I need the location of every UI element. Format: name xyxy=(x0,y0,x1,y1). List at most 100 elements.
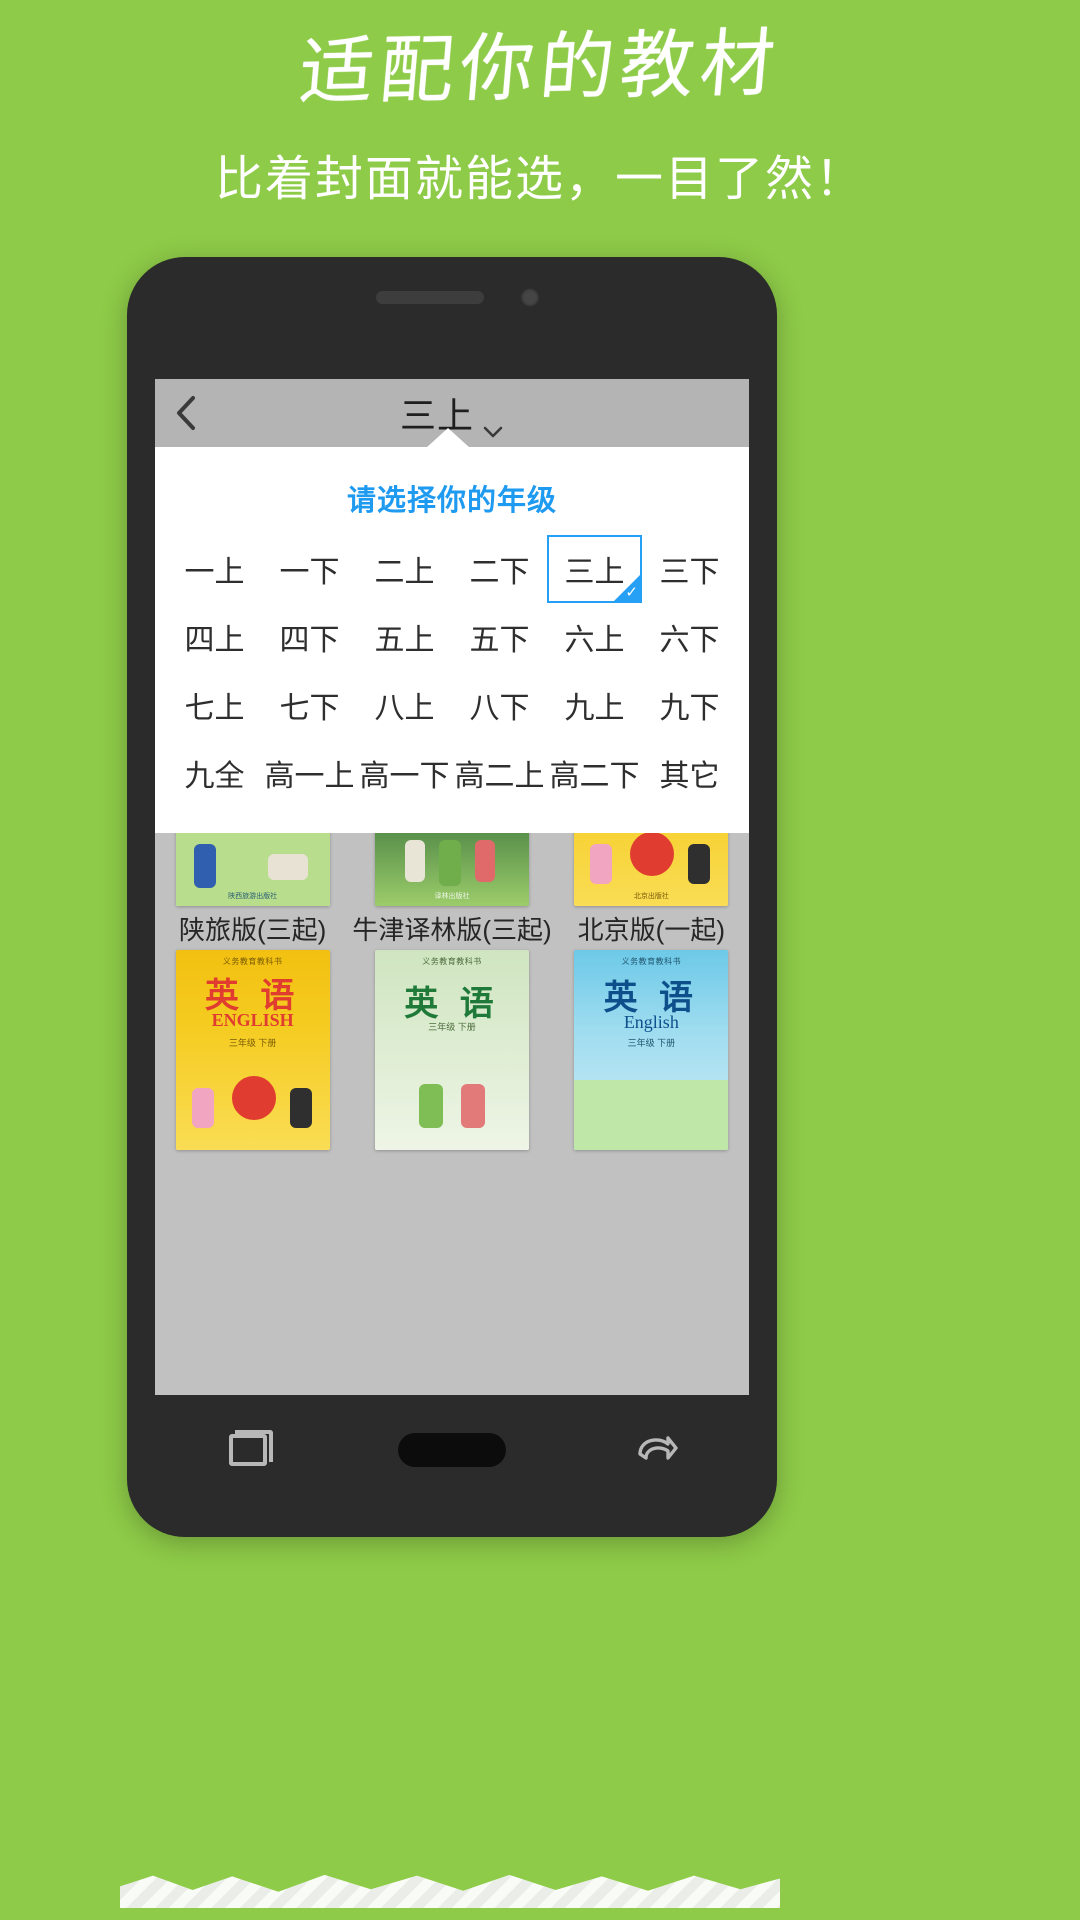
grade-option-七上[interactable]: 七上 xyxy=(167,671,262,739)
grade-option-label: 高二下 xyxy=(549,760,640,793)
grade-option-高二下[interactable]: 高二下 xyxy=(547,739,642,807)
grade-option-一下[interactable]: 一下 xyxy=(262,535,357,603)
cover-art-child xyxy=(289,1088,312,1129)
cover-art-cow xyxy=(267,853,308,880)
cover-caption: 义务教育教科书 xyxy=(422,957,482,967)
back-arrow-icon xyxy=(634,1430,679,1471)
grade-option-label: 五下 xyxy=(469,624,530,657)
grade-option-label: 二上 xyxy=(374,556,435,589)
grade-option-label: 高一下 xyxy=(359,760,450,793)
grade-option-三下[interactable]: 三下 xyxy=(642,535,737,603)
dropdown-pointer-icon xyxy=(426,428,470,448)
cover-art-child xyxy=(404,839,425,882)
cover-art-child xyxy=(688,843,711,884)
grade-option-三上[interactable]: 三上 ✓ xyxy=(547,535,642,603)
textbook-cover[interactable]: 义务教育教科书 英 语 English 三年级 下册 xyxy=(574,950,729,1151)
cover-publisher: 北京出版社 xyxy=(633,892,669,900)
cover-art-child xyxy=(460,1084,485,1129)
cover-art-child xyxy=(418,1084,443,1129)
grade-option-高一上[interactable]: 高一上 xyxy=(262,739,357,807)
grade-option-二下[interactable]: 二下 xyxy=(452,535,547,603)
torn-paper-decoration xyxy=(120,1874,780,1908)
grade-option-二上[interactable]: 二上 xyxy=(357,535,452,603)
page-title: 适配你的教材 xyxy=(295,20,785,116)
grade-option-九下[interactable]: 九下 xyxy=(642,671,737,739)
grade-option-label: 其它 xyxy=(659,760,720,793)
android-nav-bar xyxy=(155,1395,749,1505)
cover-caption: 义务教育教科书 xyxy=(222,957,283,967)
cover-english-title: ENGLISH xyxy=(211,1010,294,1031)
textbook-label: 陕旅版(三起) xyxy=(179,914,327,945)
grade-option-五上[interactable]: 五上 xyxy=(357,603,452,671)
cover-art-child xyxy=(191,1088,214,1129)
recent-apps-button[interactable] xyxy=(213,1424,283,1476)
textbook-label: 北京版(一起) xyxy=(577,914,725,945)
grade-option-四上[interactable]: 四上 xyxy=(167,603,262,671)
back-button[interactable] xyxy=(169,396,203,430)
chevron-down-icon xyxy=(482,406,504,438)
grade-option-label: 一下 xyxy=(279,556,340,589)
speaker-grille-icon xyxy=(376,291,484,304)
phone-screen: 三上 （三年级起点） 六年级 下册 xyxy=(155,379,749,1395)
textbook-item[interactable]: 义务教育教科书 英 语 三年级 下册 xyxy=(352,950,551,1160)
cover-english-title: English xyxy=(623,1012,679,1033)
grade-option-label: 一上 xyxy=(184,556,245,589)
grade-option-label: 高一上 xyxy=(264,760,355,793)
grade-option-高一下[interactable]: 高一下 xyxy=(357,739,452,807)
grade-option-九上[interactable]: 九上 xyxy=(547,671,642,739)
grade-option-label: 九全 xyxy=(184,760,245,793)
grade-option-label: 九上 xyxy=(564,692,625,725)
grade-option-五下[interactable]: 五下 xyxy=(452,603,547,671)
grade-option-label: 八下 xyxy=(469,692,530,725)
grade-option-其它[interactable]: 其它 xyxy=(642,739,737,807)
grade-option-八上[interactable]: 八上 xyxy=(357,671,452,739)
textbook-cover[interactable]: 义务教育教科书 英 语 三年级 下册 xyxy=(374,950,529,1151)
cover-publisher: 陕西旅游出版社 xyxy=(228,892,278,900)
cover-art-child xyxy=(590,843,613,884)
phone-mockup: 三上 （三年级起点） 六年级 下册 xyxy=(127,257,777,1537)
grade-option-label: 四下 xyxy=(279,624,340,657)
cover-publisher: 译林出版社 xyxy=(434,892,470,900)
grade-option-label: 七下 xyxy=(279,692,340,725)
grade-option-八下[interactable]: 八下 xyxy=(452,671,547,739)
grade-option-九全[interactable]: 九全 xyxy=(167,739,262,807)
textbook-item[interactable]: 义务教育教科书 英 语 ENGLISH 三年级 下册 xyxy=(163,950,342,1160)
cover-caption: 义务教育教科书 xyxy=(621,957,682,967)
cover-grade-line: 三年级 下册 xyxy=(228,1038,277,1049)
cover-art-child xyxy=(438,839,461,886)
cover-art-child xyxy=(474,839,495,882)
grade-option-label: 六上 xyxy=(564,624,625,657)
grade-option-四下[interactable]: 四下 xyxy=(262,603,357,671)
dropdown-title: 请选择你的年级 xyxy=(346,485,557,517)
chevron-left-icon xyxy=(175,395,197,431)
cover-grade-line: 三年级 下册 xyxy=(428,1022,476,1033)
grade-option-一上[interactable]: 一上 xyxy=(167,535,262,603)
cover-art-field xyxy=(574,1080,729,1151)
grade-option-label: 七上 xyxy=(184,692,245,725)
grade-option-label: 三下 xyxy=(659,556,720,589)
phone-top-bezel xyxy=(127,257,777,379)
grade-option-七下[interactable]: 七下 xyxy=(262,671,357,739)
textbook-item[interactable]: 义务教育教科书 英 语 English 三年级 下册 xyxy=(562,950,741,1160)
grade-option-label: 六下 xyxy=(659,624,720,657)
grade-dropdown-panel: 请选择你的年级 一上 一下 二上 二下 三上 ✓ 三下四上 四下 五上 五下 六上 六下七上 七下 八上 八… xyxy=(155,428,749,833)
home-button[interactable] xyxy=(397,1433,506,1467)
cover-subject-title: 英 语 xyxy=(404,985,500,1024)
recent-apps-icon xyxy=(228,1430,273,1466)
back-nav-button[interactable] xyxy=(621,1424,691,1476)
grade-option-label: 八上 xyxy=(374,692,435,725)
check-glyph: ✓ xyxy=(625,584,638,601)
grade-option-六下[interactable]: 六下 xyxy=(642,603,737,671)
grade-option-label: 九下 xyxy=(659,692,720,725)
textbook-label: 牛津译林版(三起) xyxy=(352,914,552,945)
grade-option-label: 高二上 xyxy=(454,760,545,793)
cover-grade-line: 三年级 下册 xyxy=(627,1038,676,1049)
promo-header: 适配你的教材 比着封面就能选，一目了然！ xyxy=(0,0,1080,209)
cover-art-mascot xyxy=(630,831,675,876)
textbook-cover[interactable]: 义务教育教科书 英 语 ENGLISH 三年级 下册 xyxy=(175,950,330,1151)
grade-option-label: 四上 xyxy=(184,624,245,657)
grade-option-六上[interactable]: 六上 xyxy=(547,603,642,671)
grade-option-高二上[interactable]: 高二上 xyxy=(452,739,547,807)
front-camera-icon xyxy=(520,288,540,307)
page-subtitle: 比着封面就能选，一目了然！ xyxy=(214,153,865,207)
